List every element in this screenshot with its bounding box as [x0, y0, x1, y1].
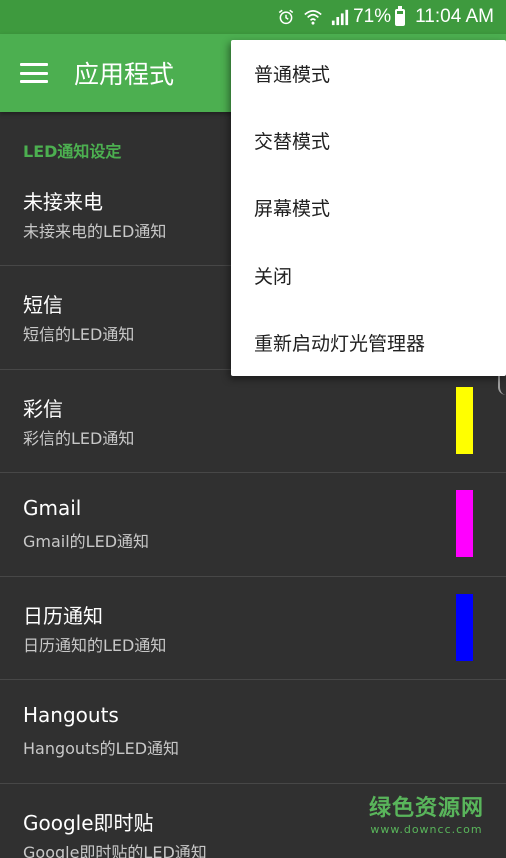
list-item[interactable]: Gmail Gmail的LED通知 [0, 473, 506, 577]
status-bar: 71% 11:04 AM [0, 0, 506, 34]
list-item-subtitle: Hangouts的LED通知 [23, 739, 180, 758]
battery-percent: 71% [353, 6, 392, 27]
list-item-subtitle: 短信的LED通知 [23, 325, 135, 344]
list-item[interactable]: 彩信彩信的LED通知 [0, 370, 506, 473]
list-item-title: 日历通知 [23, 603, 103, 628]
led-color-swatch[interactable] [456, 593, 473, 661]
page-title: 应用程式 [74, 60, 175, 89]
list-item-title: 彩信 [23, 396, 63, 421]
list-item-title: Google即时贴 [23, 810, 154, 835]
list-item-subtitle: Gmail的LED通知 [23, 532, 150, 551]
watermark-text: 绿色资源网 [368, 796, 484, 821]
menu-item[interactable]: 屏幕模式 [231, 174, 506, 241]
wifi-icon [303, 8, 323, 26]
led-color-swatch[interactable] [456, 490, 473, 557]
hamburger-menu-icon[interactable] [20, 63, 48, 83]
list-item-subtitle: 彩信的LED通知 [23, 428, 135, 448]
overflow-menu: 普通模式 交替模式 屏幕模式 关闭 重新启动灯光管理器 [231, 40, 506, 376]
led-color-swatch[interactable] [456, 386, 473, 454]
menu-item[interactable]: 关闭 [231, 242, 506, 309]
watermark-logo: 绿色资源网 www.downcc.com [369, 790, 484, 836]
list-item-title: 短信 [23, 293, 63, 317]
menu-item[interactable]: 重新启动灯光管理器 [231, 309, 506, 376]
list-item[interactable]: Hangouts Hangouts的LED通知 [0, 680, 506, 784]
battery-icon [395, 5, 406, 26]
list-item-subtitle: 未接来电的LED通知 [23, 222, 167, 241]
clock: 11:04 AM [415, 6, 494, 27]
battery-level [397, 14, 404, 24]
list-item[interactable]: 日历通知日历通知的LED通知 [0, 577, 506, 680]
list-item-subtitle: Google即时贴的LED通知 [23, 842, 207, 858]
list-item-subtitle: 日历通知的LED通知 [23, 635, 167, 655]
alarm-icon [277, 8, 295, 26]
signal-icon [331, 8, 349, 26]
watermark-url: www.downcc.com [370, 823, 483, 836]
menu-item[interactable]: 普通模式 [231, 40, 506, 107]
screen: 71% 11:04 AM 应用程式 LED通知设定 未接来电 未接来电的LED通知… [0, 0, 506, 858]
menu-item[interactable]: 交替模式 [231, 107, 506, 174]
list-item-title: Gmail [23, 496, 82, 520]
list-item-title: 未接来电 [23, 190, 103, 214]
list-item-title: Hangouts [23, 703, 119, 727]
